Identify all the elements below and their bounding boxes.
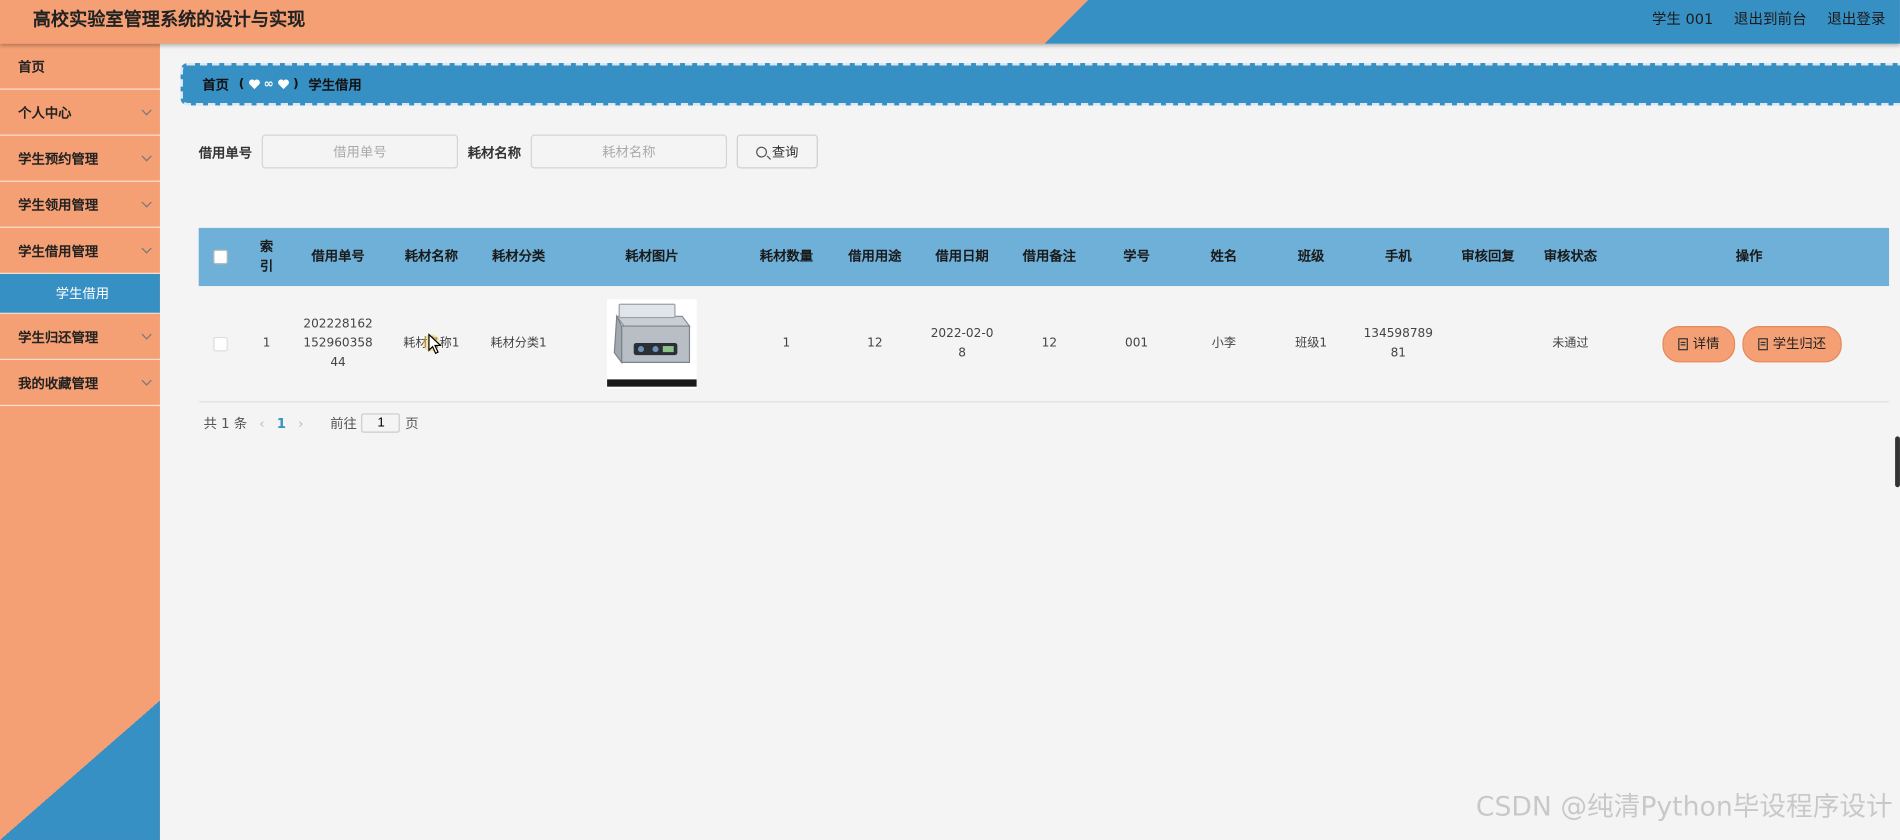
top-header: 高校实验室管理系统的设计与实现 学生 001 退出到前台 退出登录 — [0, 0, 1900, 44]
col-header-student-name: 姓名 — [1210, 248, 1238, 265]
cell-image — [560, 286, 744, 401]
prev-page-icon[interactable]: ‹ — [259, 415, 264, 431]
cell-student-name: 小李 — [1211, 336, 1236, 350]
col-header-purpose: 借用用途 — [848, 248, 902, 265]
col-header-reply: 审核回复 — [1461, 248, 1515, 265]
chevron-down-icon — [141, 151, 152, 162]
current-user: 学生 001 — [1651, 10, 1714, 28]
cell-order-no: 20222816215296035844 — [303, 316, 373, 370]
chevron-down-icon — [141, 375, 152, 386]
sidebar: 首页 个人中心 学生预约管理 学生领用管理 学生借用管理 学生借用 学生归还管理… — [0, 43, 160, 840]
col-header-category: 耗材分类 — [491, 248, 546, 265]
table-row: 1 20222816215296035844 耗材名称1 耗材分类1 — [198, 286, 1890, 403]
col-header-remark: 借用备注 — [1022, 248, 1076, 265]
chevron-down-icon — [141, 105, 152, 116]
select-all-cell — [199, 228, 243, 286]
search-label-material-name: 耗材名称 — [467, 145, 522, 162]
col-header-status: 审核状态 — [1543, 248, 1598, 265]
order-no-search-input[interactable] — [261, 134, 459, 169]
cell-reply — [1444, 286, 1531, 401]
breadcrumb-separator: ( ∞ ) — [238, 77, 299, 91]
cell-actions: 详情 学生归还 — [1609, 286, 1889, 401]
col-header-class: 班级 — [1297, 248, 1325, 265]
exit-to-front-link[interactable]: 退出到前台 — [1734, 8, 1807, 29]
document-icon — [1678, 337, 1688, 350]
cell-status: 未通过 — [1552, 336, 1589, 350]
app-title: 高校实验室管理系统的设计与实现 — [32, 8, 306, 31]
sidebar-subitem-borrow[interactable]: 学生借用 — [0, 273, 160, 314]
cell-student-no: 001 — [1125, 336, 1149, 350]
chevron-down-icon — [141, 243, 152, 254]
total-count: 共 1 条 — [203, 415, 248, 432]
cell-quantity: 1 — [782, 336, 791, 350]
watermark: CSDN @纯清Python毕设程序设计 — [1475, 792, 1893, 824]
goto-label: 前往 — [330, 415, 357, 432]
cell-index: 1 — [262, 336, 271, 350]
detail-button[interactable]: 详情 — [1662, 325, 1736, 362]
sidebar-item-home[interactable]: 首页 — [0, 44, 160, 90]
infinity-icon: ∞ — [263, 77, 274, 91]
return-button[interactable]: 学生归还 — [1742, 325, 1842, 362]
cell-remark: 12 — [1041, 336, 1058, 350]
cell-phone: 13459878981 — [1363, 326, 1433, 360]
ultrasonic-cleaner-image — [607, 298, 697, 389]
sidebar-item-borrow-manage[interactable]: 学生借用管理 — [0, 228, 160, 274]
cell-category: 耗材分类1 — [490, 336, 547, 350]
select-all-checkbox[interactable] — [213, 249, 228, 265]
breadcrumb-current: 学生借用 — [308, 76, 362, 93]
cell-class: 班级1 — [1295, 336, 1328, 350]
sidebar-item-return[interactable]: 学生归还管理 — [0, 314, 160, 360]
cell-date: 2022-02-08 — [930, 326, 994, 360]
sidebar-item-favorites[interactable]: 我的收藏管理 — [0, 360, 160, 407]
col-header-actions: 操作 — [1735, 248, 1763, 265]
chevron-down-icon — [141, 197, 152, 208]
search-icon — [756, 146, 768, 157]
header-actions: 学生 001 退出到前台 退出登录 — [1652, 8, 1886, 29]
page-unit-label: 页 — [405, 415, 419, 432]
next-page-icon[interactable]: › — [298, 415, 303, 431]
search-label-order-no: 借用单号 — [198, 145, 253, 162]
col-header-quantity: 耗材数量 — [759, 248, 814, 265]
table-header: 索引 借用单号 耗材名称 耗材分类 耗材图片 耗材数量 借用用途 借用日期 借用… — [198, 227, 1890, 287]
col-header-student-no: 学号 — [1123, 248, 1150, 265]
pagination: 共 1 条 ‹ 1 › 前往 页 — [203, 413, 419, 433]
logout-link[interactable]: 退出登录 — [1827, 8, 1885, 29]
col-header-image: 耗材图片 — [625, 248, 679, 265]
col-header-phone: 手机 — [1384, 248, 1412, 265]
breadcrumb: 首页 ( ∞ ) 学生借用 — [180, 63, 1900, 106]
heart-icon — [278, 79, 289, 90]
search-button[interactable]: 查询 — [736, 134, 818, 169]
row-select-cell — [199, 286, 243, 401]
col-header-date: 借用日期 — [935, 248, 989, 265]
col-header-material-name: 耗材名称 — [404, 248, 459, 265]
sidebar-item-profile[interactable]: 个人中心 — [0, 90, 160, 136]
row-checkbox[interactable] — [213, 336, 228, 351]
col-header-order-no: 借用单号 — [311, 248, 365, 265]
heart-icon — [248, 79, 260, 90]
sidebar-item-reservation[interactable]: 学生预约管理 — [0, 136, 160, 182]
goto-page-input[interactable] — [361, 413, 401, 433]
document-icon — [1758, 337, 1768, 350]
chevron-down-icon — [141, 329, 152, 340]
sidebar-decoration — [0, 700, 160, 840]
material-name-search-input[interactable] — [530, 134, 728, 169]
col-header-index: 索引 — [259, 238, 274, 274]
page-number-current[interactable]: 1 — [277, 415, 286, 431]
sidebar-item-receive[interactable]: 学生领用管理 — [0, 182, 160, 228]
cell-purpose: 12 — [867, 336, 883, 350]
scrollbar[interactable] — [1895, 436, 1900, 488]
breadcrumb-home[interactable]: 首页 — [202, 75, 229, 94]
mouse-cursor-icon — [428, 333, 442, 355]
